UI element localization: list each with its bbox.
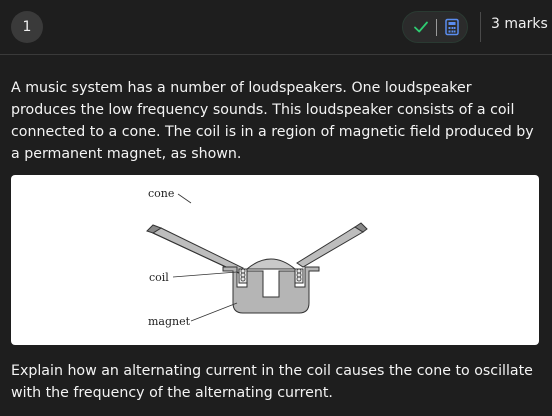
question-prompt: Explain how an alternating current in th… [11,363,533,401]
question-header: 1 3 marks [0,0,552,54]
dust-dome [245,258,297,270]
cone-right [296,222,368,268]
question-tools [402,11,468,43]
tools-divider [436,19,437,36]
magnet-label: magnet [148,315,191,328]
question-number-badge: 1 [11,11,43,43]
header-rule [0,54,552,55]
header-divider [480,12,481,42]
cone-leader [177,193,192,204]
loudspeaker-diagram: cone coil magnet [11,175,539,345]
check-icon[interactable] [412,18,430,36]
magnet-leader [190,302,238,322]
loudspeaker-diagram-svg: cone coil magnet [146,187,368,328]
question-intro: A music system has a number of loudspeak… [11,80,534,162]
coil-label: coil [149,271,169,284]
cone-label: cone [148,187,174,200]
marks-label: 3 marks [491,16,548,32]
magnet [222,266,320,314]
coil-leader [172,271,238,278]
calculator-icon[interactable] [443,18,461,36]
